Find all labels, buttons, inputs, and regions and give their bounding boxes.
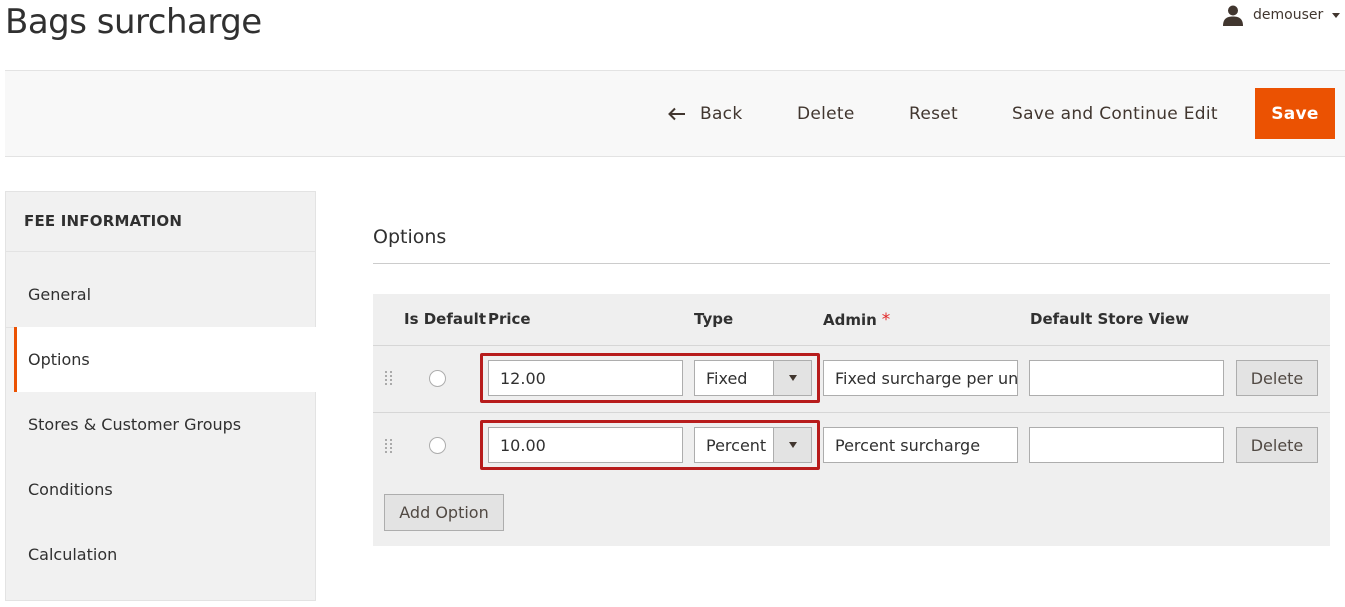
options-table: Is Default Price Type Admin * Default Sto… bbox=[373, 294, 1330, 546]
required-marker: * bbox=[881, 310, 891, 330]
delete-option-button[interactable]: Delete bbox=[1236, 360, 1318, 396]
column-header-is-default: Is Default bbox=[404, 310, 486, 328]
back-button-label: Back bbox=[700, 104, 743, 124]
sidebar-title: FEE INFORMATION bbox=[24, 212, 183, 230]
sidebar-item-options[interactable]: Options bbox=[14, 327, 317, 392]
column-header-admin: Admin * bbox=[823, 310, 890, 330]
column-header-default-store-view: Default Store View bbox=[1030, 310, 1190, 328]
user-icon bbox=[1223, 5, 1243, 26]
triangle-down-icon bbox=[788, 442, 797, 448]
price-input[interactable]: 12.00 bbox=[488, 360, 683, 396]
page-title: Bags surcharge bbox=[5, 2, 262, 42]
sidebar-item-calculation[interactable]: Calculation bbox=[6, 522, 316, 587]
fee-information-sidebar: FEE INFORMATION General Options Stores &… bbox=[5, 191, 317, 601]
user-account-menu[interactable]: demouser bbox=[1222, 4, 1341, 26]
column-header-type: Type bbox=[694, 310, 734, 328]
sidebar-item-stores-customer-groups[interactable]: Stores & Customer Groups bbox=[6, 392, 316, 457]
triangle-down-icon bbox=[788, 375, 797, 381]
type-select-value: Fixed bbox=[706, 368, 748, 388]
options-section-title: Options bbox=[373, 226, 447, 248]
reset-button[interactable]: Reset bbox=[909, 89, 958, 139]
sidebar-item-conditions[interactable]: Conditions bbox=[6, 457, 316, 522]
type-select-value: Percent bbox=[706, 435, 767, 455]
save-button[interactable]: Save bbox=[1255, 88, 1335, 139]
sidebar-item-general[interactable]: General bbox=[6, 262, 316, 327]
is-default-radio[interactable] bbox=[429, 437, 446, 454]
page-actions-bar: Back Delete Reset Save and Continue Edit… bbox=[5, 70, 1345, 157]
default-store-view-input[interactable] bbox=[1029, 427, 1224, 463]
arrow-left-icon bbox=[668, 107, 685, 121]
select-arrow bbox=[773, 428, 811, 462]
drag-handle-icon[interactable] bbox=[384, 370, 394, 386]
column-header-admin-label: Admin bbox=[823, 311, 877, 329]
default-store-view-input[interactable] bbox=[1029, 360, 1224, 396]
column-header-price: Price bbox=[488, 310, 531, 328]
is-default-radio[interactable] bbox=[429, 370, 446, 387]
section-divider bbox=[373, 263, 1330, 264]
delete-button[interactable]: Delete bbox=[797, 89, 855, 139]
sidebar-divider bbox=[6, 251, 315, 252]
drag-handle-icon[interactable] bbox=[384, 438, 394, 454]
type-select[interactable]: Fixed bbox=[694, 360, 812, 396]
admin-label-input[interactable]: Percent surcharge bbox=[823, 427, 1018, 463]
price-input[interactable]: 10.00 bbox=[488, 427, 683, 463]
admin-label-input[interactable]: Fixed surcharge per uni bbox=[823, 360, 1018, 396]
table-row: 10.00 Percent Percent surcharge Delete bbox=[373, 412, 1330, 478]
type-select[interactable]: Percent bbox=[694, 427, 812, 463]
chevron-down-icon bbox=[1332, 12, 1341, 18]
delete-option-button[interactable]: Delete bbox=[1236, 427, 1318, 463]
select-arrow bbox=[773, 361, 811, 395]
back-button[interactable]: Back bbox=[668, 89, 742, 139]
add-option-button[interactable]: Add Option bbox=[384, 494, 504, 531]
username: demouser bbox=[1253, 7, 1324, 23]
table-row: 12.00 Fixed Fixed surcharge per uni Dele… bbox=[373, 345, 1330, 411]
save-and-continue-button[interactable]: Save and Continue Edit bbox=[1012, 89, 1218, 139]
